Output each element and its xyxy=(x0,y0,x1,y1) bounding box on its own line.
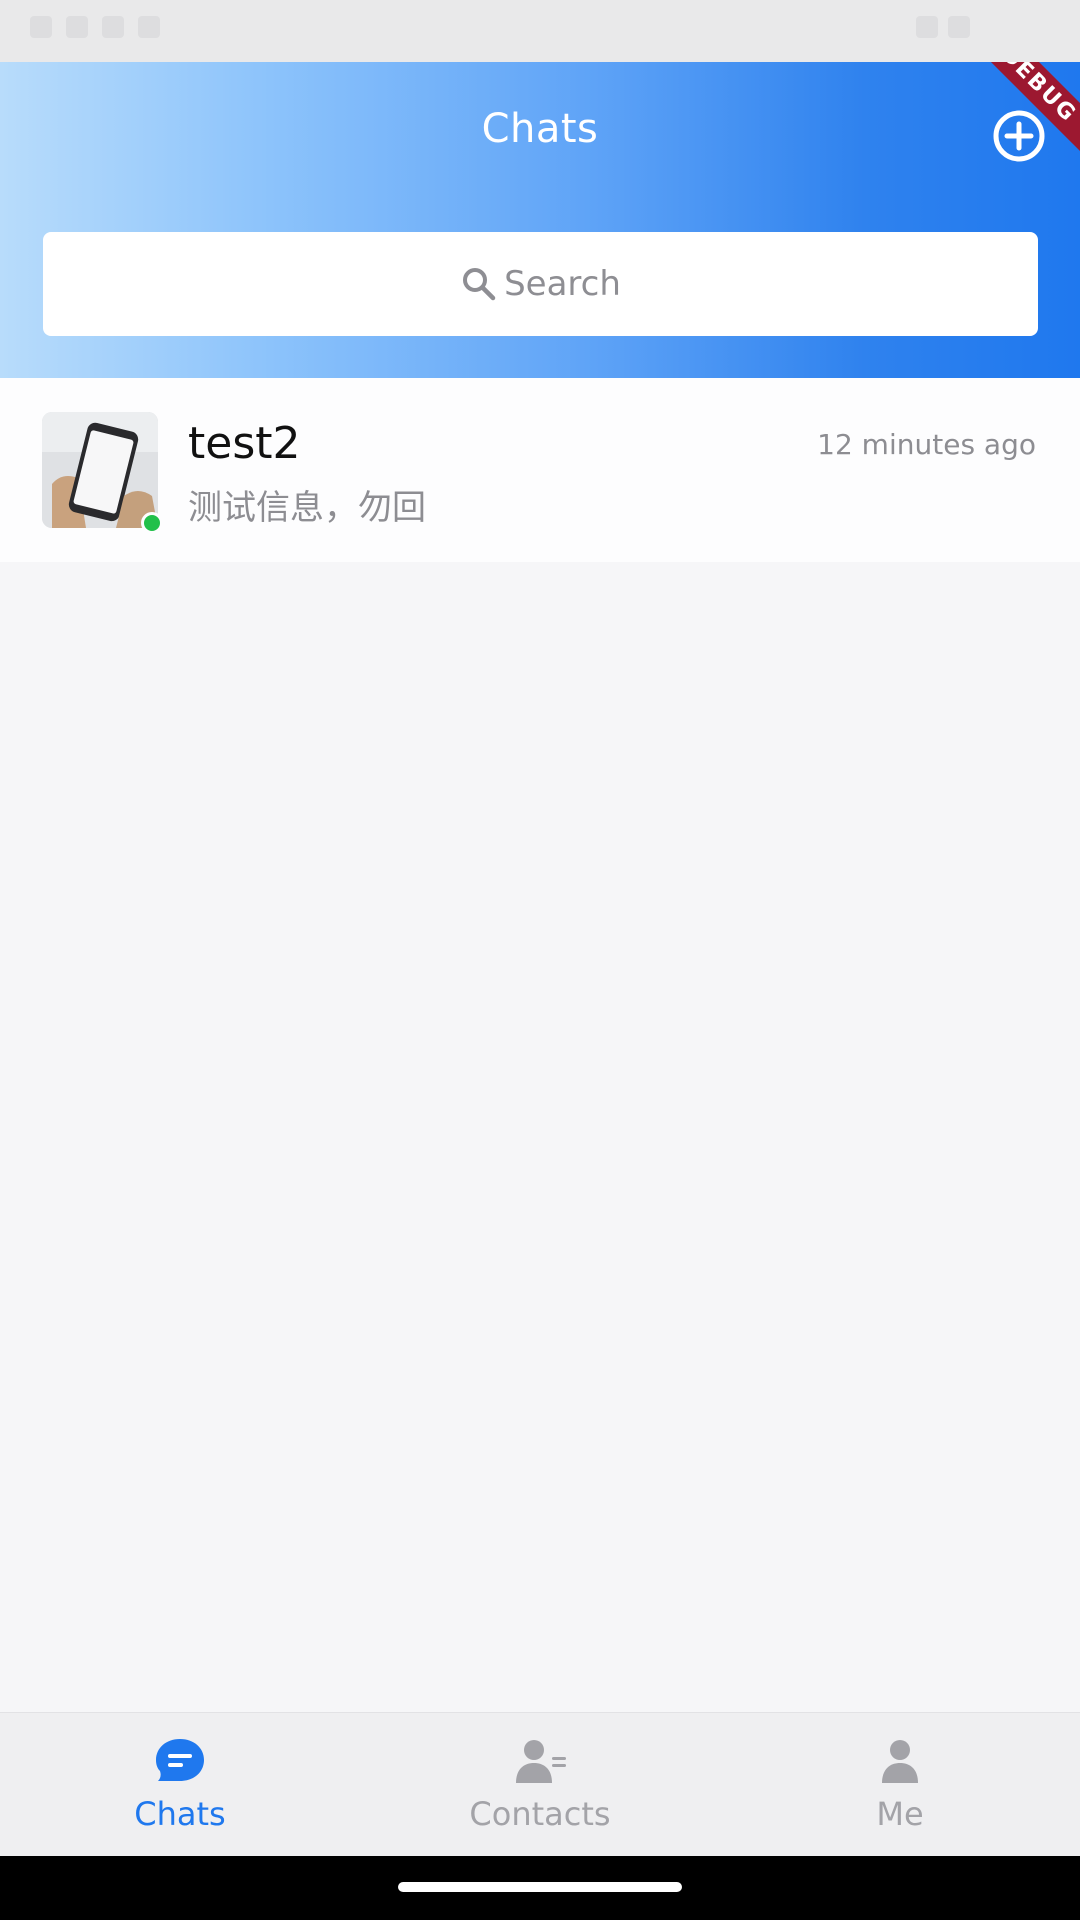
notification-icon xyxy=(66,16,88,38)
search-placeholder: Search xyxy=(504,264,621,304)
tab-label: Contacts xyxy=(469,1795,611,1833)
chat-name: test2 xyxy=(188,418,301,469)
chat-list-item[interactable]: test2 测试信息，勿回 12 minutes ago xyxy=(0,378,1080,562)
add-chat-button[interactable] xyxy=(992,109,1046,163)
status-bar xyxy=(0,0,1080,62)
signal-icon xyxy=(948,16,970,38)
chat-last-message: 测试信息，勿回 xyxy=(188,488,426,528)
tab-me[interactable]: Me xyxy=(720,1713,1080,1856)
system-gesture-bar xyxy=(0,1856,1080,1920)
tab-label: Chats xyxy=(134,1795,226,1833)
app-header: Chats DEBUG Search xyxy=(0,62,1080,378)
notification-icon xyxy=(138,16,160,38)
contacts-icon xyxy=(516,1740,566,1783)
search-input[interactable]: Search xyxy=(43,232,1038,336)
chat-timestamp: 12 minutes ago xyxy=(817,428,1036,461)
avatar xyxy=(42,412,158,528)
wifi-icon xyxy=(916,16,938,38)
notification-icon xyxy=(30,16,52,38)
person-icon xyxy=(882,1740,918,1783)
chat-list: test2 测试信息，勿回 12 minutes ago xyxy=(0,378,1080,562)
notification-icon xyxy=(102,16,124,38)
avatar-phone-photo xyxy=(42,412,158,528)
bottom-navigation: Chats Contacts Me xyxy=(0,1712,1080,1856)
search-icon xyxy=(463,268,496,301)
tab-label: Me xyxy=(876,1795,924,1833)
home-gesture-handle[interactable] xyxy=(398,1882,682,1892)
app-screen: Chats DEBUG Search test2 测试信息，勿回 12 minu… xyxy=(0,0,1080,1920)
tab-chats[interactable]: Chats xyxy=(0,1713,360,1856)
status-left-icons xyxy=(30,16,160,38)
tab-contacts[interactable]: Contacts xyxy=(360,1713,720,1856)
status-right-icons xyxy=(916,16,970,38)
page-title: Chats xyxy=(481,106,599,152)
chat-bubble-icon xyxy=(156,1739,204,1781)
online-status-indicator xyxy=(141,512,163,534)
